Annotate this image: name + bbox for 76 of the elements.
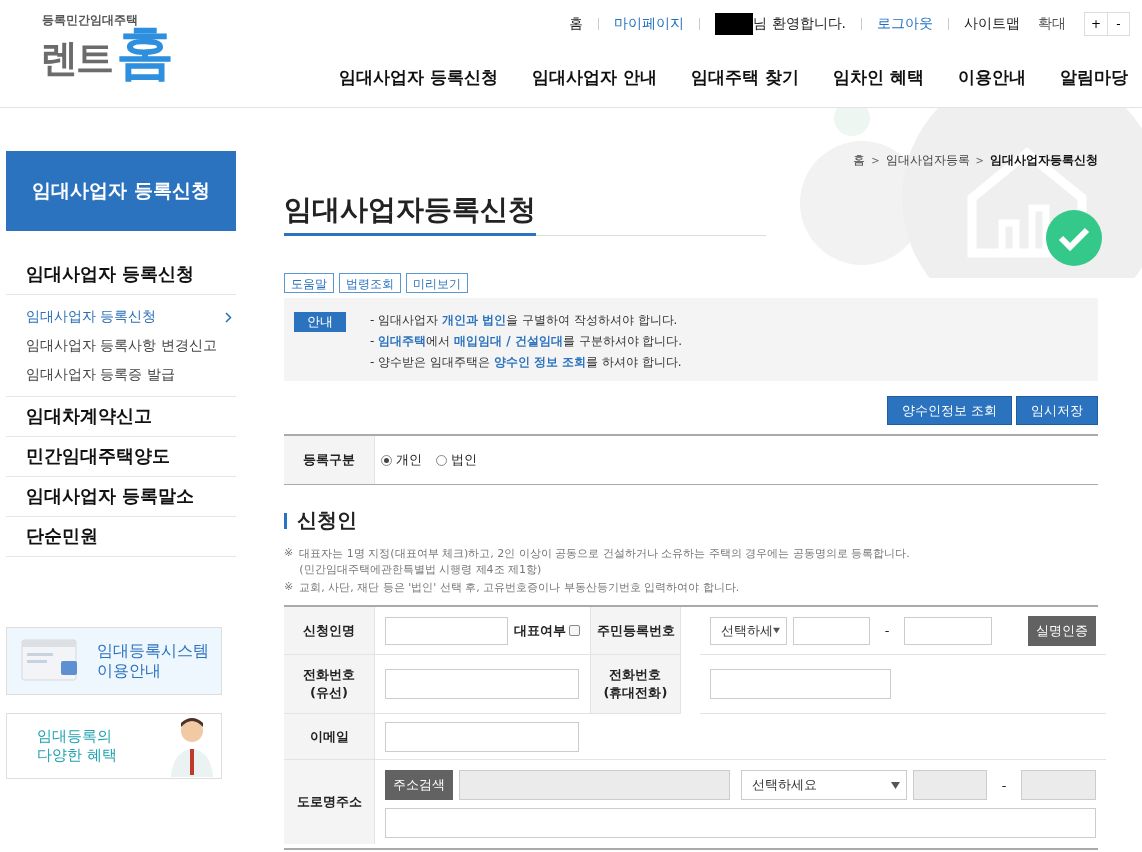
input-field[interactable]: [710, 669, 891, 699]
nav-menu-item[interactable]: 임대사업자 안내: [532, 66, 658, 89]
breadcrumb-link[interactable]: 홈: [853, 152, 866, 169]
nav-menu-item[interactable]: 알림마당: [1060, 66, 1128, 89]
notice-badge: 안내: [294, 312, 346, 332]
browser-window-icon: [21, 639, 79, 683]
nav-menu-item[interactable]: 이용안내: [958, 66, 1026, 89]
banner-title: 임대등록시스템 이용안내: [97, 641, 209, 681]
field-label: 주민등록번호: [590, 607, 681, 655]
note-text: 교회, 사단, 재단 등은 '법인' 선택 후, 고유번호증이나 부동산등기번호 입력하여야 합니다.: [299, 580, 740, 595]
notice-text: - 양수받은 임대주택은 양수인 정보 조회를 하셔야 합니다.: [370, 354, 683, 371]
input-field[interactable]: [904, 616, 992, 645]
note-mark: ※: [284, 546, 294, 561]
sidebar-title: 임대사업자 등록신청: [6, 151, 236, 231]
util-link[interactable]: 로그아웃: [877, 15, 933, 33]
field-label: 신청인명: [284, 607, 375, 655]
section-title: 신청인: [297, 507, 357, 534]
banner-title: 임대등록의 다양한 혜택: [37, 727, 118, 765]
breadcrumb-separator: >: [975, 155, 984, 166]
field-label: 전화번호 (유선): [284, 655, 375, 714]
notice-text: - 임대사업자 개인과 법인을 구별하여 작성하셔야 합니다.: [370, 312, 679, 329]
tool-button[interactable]: 미리보기: [406, 273, 468, 293]
input-field[interactable]: [793, 616, 870, 645]
separator-text: -: [883, 623, 891, 638]
note-text: (민간임대주택에관한특별법 시행령 제4조 제1항): [299, 562, 543, 577]
breadcrumb-link[interactable]: 임대사업자등록: [885, 152, 970, 169]
sidebar-menu-item[interactable]: 임대사업자 등록신청: [6, 255, 236, 295]
caret-icon: [891, 781, 901, 789]
input-field[interactable]: [385, 616, 508, 645]
notice-text: - 임대주택에서 매입임대 / 건설임대를 구분하셔야 합니다.: [370, 333, 683, 350]
nav-menu-item[interactable]: 임대주택 찾기: [691, 66, 800, 89]
breadcrumb-current: 임대사업자등록신청: [990, 152, 1098, 169]
address-search-button[interactable]: 주소검색: [385, 770, 453, 800]
tool-button[interactable]: 도움말: [284, 273, 334, 293]
nav-menu-item[interactable]: 임대사업자 등록신청: [339, 66, 499, 89]
tool-button[interactable]: 법령조회: [339, 273, 401, 293]
sidebar-submenu-item[interactable]: 임대사업자 등록증 발급: [6, 361, 236, 390]
page-title: 임대사업자등록신청: [284, 191, 536, 236]
redaction-bar: [715, 13, 754, 35]
radio-option[interactable]: 법인: [436, 451, 477, 469]
radio-option[interactable]: 개인: [381, 451, 422, 469]
field-label: 이메일: [284, 714, 375, 760]
input-field[interactable]: [385, 721, 579, 752]
field-label: 도로명주소: [284, 760, 375, 844]
sidebar-menu-item[interactable]: 임대차계약신고: [6, 397, 236, 437]
verify-button[interactable]: 실명인증: [1028, 615, 1096, 646]
input-field[interactable]: [385, 669, 579, 699]
field-label: 등록구분: [284, 436, 375, 484]
checkbox-label: 대표여부: [514, 621, 566, 640]
sidebar-menu-item[interactable]: 단순민원: [6, 517, 236, 557]
sidebar-submenu-item[interactable]: 임대사업자 등록사항 변경신고: [6, 332, 236, 361]
breadcrumb-separator: >: [871, 155, 880, 166]
action-button[interactable]: 양수인정보 조회: [886, 396, 1012, 425]
note-text: 대표자는 1명 지정(대표여부 체크)하고, 2인 이상이 공동으로 건설하거나 소유하는 주택의 경우에는 공동명의로 등록합니다.: [299, 546, 910, 561]
sidebar-menu-item[interactable]: 임대사업자 등록말소: [6, 477, 236, 517]
select-field[interactable]: 선택하세: [710, 616, 787, 645]
util-link[interactable]: 홈: [569, 15, 584, 33]
util-link[interactable]: 마이페이지: [614, 15, 685, 33]
field-label: 전화번호 (휴대전화): [590, 655, 681, 714]
note-mark: ※: [284, 580, 294, 595]
select-field[interactable]: 선택하세요: [741, 770, 908, 800]
separator-text: -: [1000, 777, 1008, 793]
nav-menu-item[interactable]: 임차인 혜택: [833, 66, 924, 89]
input-field[interactable]: [385, 808, 1096, 838]
action-button[interactable]: 임시저장: [1016, 396, 1098, 425]
logo-subtitle: 등록민간임대주택: [42, 12, 139, 27]
logo-text[interactable]: 렌트: [40, 39, 112, 81]
sidebar-menu-item[interactable]: 민간임대주택양도: [6, 437, 236, 477]
zoom-label: 확대: [1038, 15, 1066, 33]
guide-banner[interactable]: 임대등록시스템 이용안내: [6, 627, 222, 695]
welcome-text: 님 환영합니다.: [753, 15, 846, 33]
caret-icon: [773, 627, 780, 634]
chevron-icon: [225, 311, 232, 323]
sidebar-submenu-item[interactable]: 임대사업자 등록신청: [6, 303, 236, 332]
checkbox[interactable]: [569, 625, 580, 636]
util-link[interactable]: 사이트맵: [964, 15, 1020, 33]
